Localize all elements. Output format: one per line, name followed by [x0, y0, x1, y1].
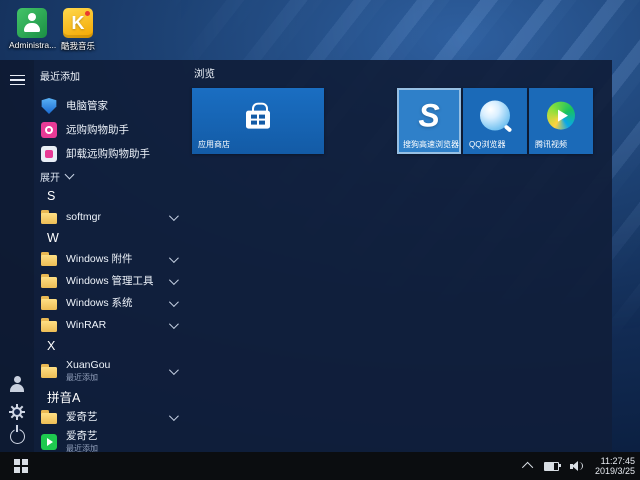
- expand-toggle[interactable]: 展开: [34, 166, 186, 186]
- chevron-down-icon: [169, 319, 179, 329]
- administrator-icon: [17, 8, 47, 38]
- windows-logo-icon: [14, 459, 28, 473]
- desktop-icon-label: 酷我音乐: [55, 40, 101, 52]
- app-folder-item[interactable]: WinRAR: [34, 314, 186, 336]
- app-label: 爱奇艺: [66, 431, 98, 442]
- app-label: Windows 系统: [66, 298, 133, 309]
- battery-icon[interactable]: [544, 462, 559, 471]
- app-folder-item[interactable]: softmgr: [34, 206, 186, 228]
- expand-label: 展开: [40, 169, 60, 184]
- app-item[interactable]: 电脑管家: [34, 94, 186, 118]
- clock-time: 11:27:45: [595, 456, 635, 466]
- app-label: XuanGou: [66, 360, 110, 371]
- hidden-icons-chevron[interactable]: [522, 462, 533, 473]
- avatar-icon: [9, 376, 25, 392]
- tile-label: 腾讯视频: [535, 139, 567, 150]
- chevron-down-icon: [169, 211, 179, 221]
- kuwo-music-icon: K: [63, 8, 93, 38]
- app-label: 爱奇艺: [66, 412, 98, 423]
- start-menu: 最近添加电脑管家远购购物助手卸载远购购物助手展开SsoftmgrWWindows…: [0, 60, 612, 452]
- power-button[interactable]: [5, 424, 29, 448]
- section-letter-header[interactable]: W: [34, 228, 186, 248]
- shopping-assistant-icon: [41, 122, 57, 138]
- folder-icon: [41, 209, 57, 225]
- chevron-down-icon: [169, 411, 179, 421]
- taskbar: 11:27:45 2019/3/25: [0, 452, 640, 480]
- desktop-icon-label: Administra...: [9, 40, 55, 50]
- system-tray: 11:27:45 2019/3/25: [525, 456, 640, 476]
- gear-icon: [9, 404, 25, 420]
- app-folder-item[interactable]: Windows 系统: [34, 292, 186, 314]
- iqiyi-icon: [41, 434, 57, 450]
- tile-tencent-video[interactable]: 腾讯视频: [529, 88, 593, 154]
- app-subtitle: 最近添加: [66, 372, 110, 383]
- start-button[interactable]: [0, 452, 42, 480]
- start-app-list: 最近添加电脑管家远购购物助手卸载远购购物助手展开SsoftmgrWWindows…: [34, 64, 186, 456]
- tencent-video-icon: [547, 102, 575, 130]
- tile-group-header[interactable]: 浏览: [194, 66, 215, 81]
- volume-icon[interactable]: [570, 461, 584, 472]
- desktop-icon-administrator[interactable]: Administra...: [9, 8, 55, 50]
- tile-label: 搜狗高速浏览器: [403, 139, 459, 150]
- hamburger-icon: [10, 75, 25, 86]
- sogou-icon: S: [418, 99, 439, 131]
- folder-icon: [41, 295, 57, 311]
- chevron-down-icon: [65, 170, 75, 180]
- tile-label: 应用商店: [198, 139, 230, 150]
- tile-app-store[interactable]: 应用商店: [192, 88, 324, 154]
- folder-icon: [41, 251, 57, 267]
- app-label: Windows 管理工具: [66, 276, 154, 287]
- settings-button[interactable]: [5, 400, 29, 424]
- store-icon: [245, 102, 271, 130]
- folder-icon: [41, 273, 57, 289]
- app-folder-item[interactable]: Windows 附件: [34, 248, 186, 270]
- clock[interactable]: 11:27:45 2019/3/25: [595, 456, 635, 476]
- app-label: softmgr: [66, 212, 101, 223]
- app-item[interactable]: 卸载远购购物助手: [34, 142, 186, 166]
- tile-sogou-browser[interactable]: S 搜狗高速浏览器: [397, 88, 461, 154]
- app-label: 远购购物助手: [66, 125, 129, 136]
- user-account-button[interactable]: [5, 372, 29, 396]
- app-folder-item[interactable]: 爱奇艺: [34, 406, 186, 428]
- pc-manager-shield-icon: [41, 98, 57, 114]
- clock-date: 2019/3/25: [595, 466, 635, 476]
- menu-expand-button[interactable]: [5, 68, 29, 92]
- app-folder-item[interactable]: XuanGou最近添加: [34, 356, 186, 386]
- power-icon: [10, 429, 25, 444]
- chevron-down-icon: [169, 365, 179, 375]
- chevron-down-icon: [169, 253, 179, 263]
- qq-browser-icon: [480, 101, 510, 131]
- tile-qq-browser[interactable]: QQ浏览器: [463, 88, 527, 154]
- section-letter-header[interactable]: X: [34, 336, 186, 356]
- recently-added-header: 最近添加: [34, 64, 186, 94]
- folder-icon: [41, 363, 57, 379]
- uninstall-icon: [41, 146, 57, 162]
- section-letter-header[interactable]: S: [34, 186, 186, 206]
- app-label: 电脑管家: [66, 101, 108, 112]
- desktop-icon-kuwo-music[interactable]: K 酷我音乐: [55, 8, 101, 52]
- tile-label: QQ浏览器: [469, 139, 505, 150]
- section-letter-header[interactable]: 拼音A: [34, 386, 186, 406]
- app-item[interactable]: 远购购物助手: [34, 118, 186, 142]
- tile-area: 浏览 应用商店 S 搜狗高速浏览器 QQ浏览器 腾讯视频: [192, 60, 612, 452]
- chevron-down-icon: [169, 275, 179, 285]
- folder-icon: [41, 409, 57, 425]
- app-folder-item[interactable]: Windows 管理工具: [34, 270, 186, 292]
- desktop: Administra... K 酷我音乐 最近添加电脑管家远购购物助手卸载远购购…: [0, 0, 640, 480]
- folder-icon: [41, 317, 57, 333]
- app-label: WinRAR: [66, 320, 106, 331]
- app-label: Windows 附件: [66, 254, 133, 265]
- start-menu-rail: [0, 60, 34, 452]
- chevron-down-icon: [169, 297, 179, 307]
- app-label: 卸载远购购物助手: [66, 149, 150, 160]
